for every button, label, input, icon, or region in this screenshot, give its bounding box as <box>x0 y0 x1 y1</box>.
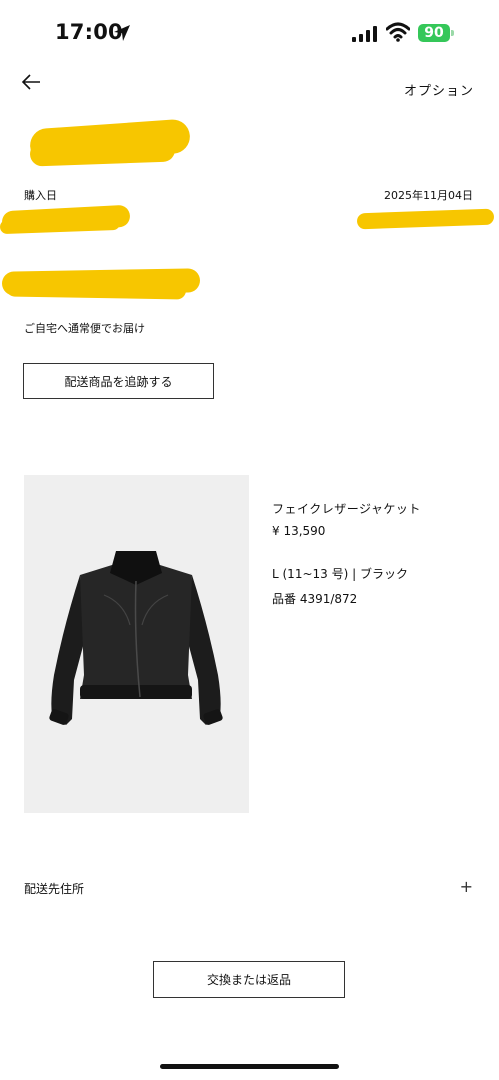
options-button[interactable]: オプション <box>404 80 474 99</box>
back-arrow-icon[interactable] <box>20 72 42 92</box>
home-indicator[interactable] <box>160 1064 339 1069</box>
wifi-icon <box>386 22 410 42</box>
purchase-date-label: 購入日 <box>24 189 57 202</box>
track-shipment-button[interactable]: 配送商品を追跡する <box>23 363 214 399</box>
product-price: ¥ 13,590 <box>272 524 326 538</box>
redacted-order-title-tail <box>29 137 176 167</box>
product-reference: 品番 4391/872 <box>272 592 358 606</box>
product-name[interactable]: フェイクレザージャケット <box>272 500 421 517</box>
location-arrow-icon <box>114 25 130 41</box>
cellular-signal-icon <box>352 26 377 42</box>
delivery-method: ご自宅へ通常便でお届け <box>24 322 145 335</box>
shipping-address-label[interactable]: 配送先住所 <box>24 880 84 897</box>
battery-cap <box>451 30 454 36</box>
product-image[interactable] <box>24 475 249 813</box>
product-variant: L (11~13 号) | ブラック <box>272 567 408 581</box>
battery-indicator: 90 <box>418 24 450 42</box>
jacket-illustration <box>49 551 223 725</box>
expand-plus-icon[interactable]: + <box>460 877 473 896</box>
purchase-date-value: 2025年11月04日 <box>384 189 473 202</box>
exchange-return-button[interactable]: 交換または返品 <box>153 961 345 998</box>
redacted-order-number-tail <box>0 215 121 235</box>
redacted-delivery-date <box>356 208 495 230</box>
redacted-recipient-tail <box>5 278 187 300</box>
